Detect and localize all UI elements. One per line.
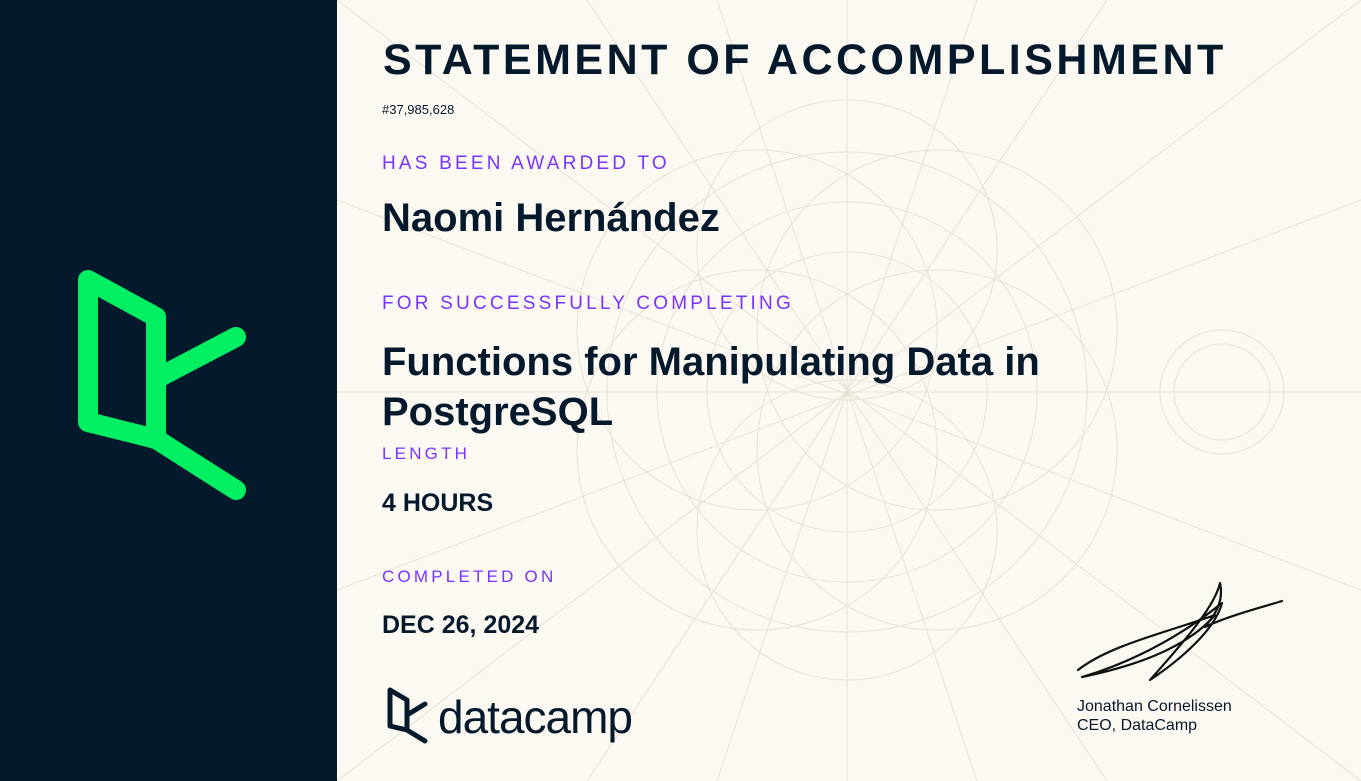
- length-label: LENGTH: [382, 444, 471, 463]
- ceo-signature: [1076, 581, 1284, 682]
- certificate-id: #37,985,628: [382, 102, 455, 117]
- awarded-label: HAS BEEN AWARDED TO: [382, 153, 670, 174]
- datacamp-wordmark: datacamp: [438, 691, 633, 743]
- completed-date: DEC 26, 2024: [382, 611, 540, 639]
- completed-label: COMPLETED ON: [382, 567, 557, 586]
- completing-label: FOR SUCCESSFULLY COMPLETING: [382, 293, 794, 314]
- recipient-name: Naomi Hernández: [382, 196, 720, 240]
- certificate-title: STATEMENT OF ACCOMPLISHMENT: [383, 36, 1227, 84]
- course-title: Functions for Manipulating Data in Postg…: [382, 340, 1040, 434]
- length-value: 4 HOURS: [382, 489, 494, 517]
- datacamp-logo-icon: [78, 270, 246, 500]
- signer-name: Jonathan Cornelissen: [1077, 698, 1232, 715]
- sidebar-panel: [0, 0, 337, 781]
- signer-title: CEO, DataCamp: [1077, 717, 1198, 734]
